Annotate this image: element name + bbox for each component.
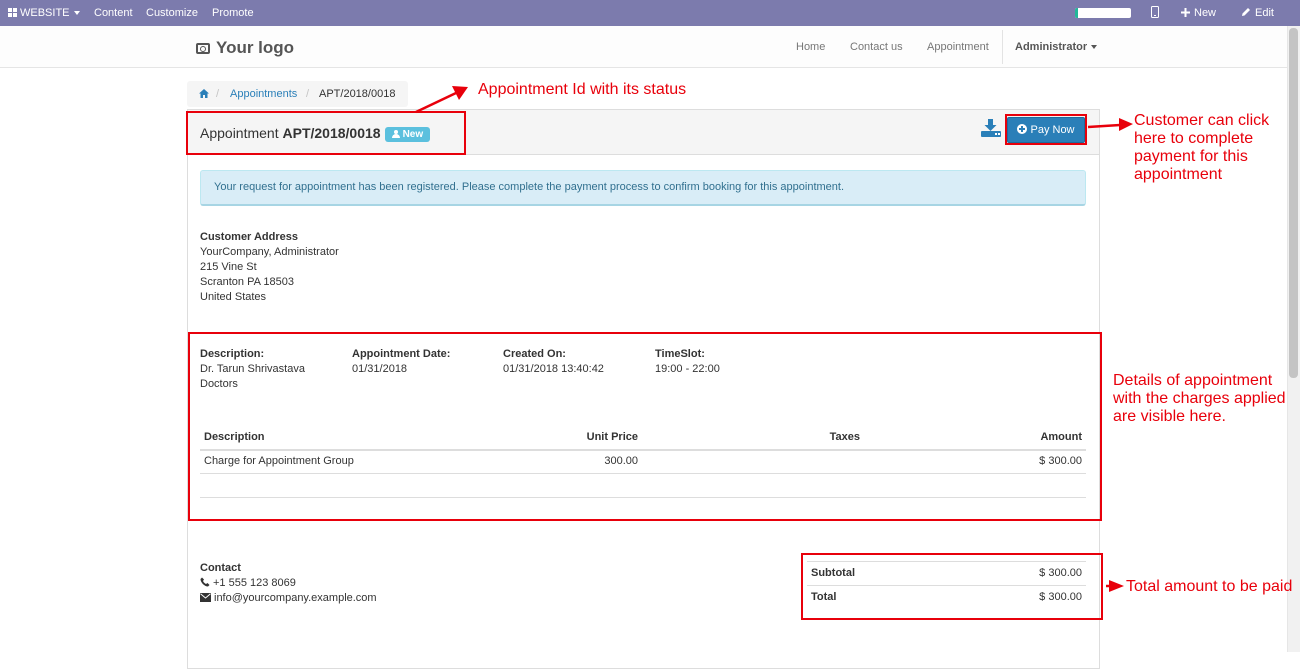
admin-bar: WEBSITE Content Customize Promote New Ed… (0, 0, 1300, 26)
contact-email[interactable]: info@yourcompany.example.com (200, 592, 377, 604)
scrollbar-thumb[interactable] (1289, 28, 1298, 378)
address-line: United States (200, 291, 267, 303)
user-menu-label: Administrator (1015, 41, 1088, 53)
new-button[interactable]: New (1181, 0, 1216, 26)
breadcrumb-separator: / (216, 88, 220, 100)
content-menu[interactable]: Content (94, 0, 133, 26)
website-progress-bar (1075, 8, 1131, 18)
camera-icon (196, 43, 210, 54)
pencil-icon (1242, 8, 1250, 16)
annotation-box-totals (801, 553, 1103, 620)
caret-down-icon (1091, 45, 1098, 50)
home-icon[interactable] (199, 89, 209, 98)
annotation-box-details (188, 332, 1102, 521)
annotation-details-line: Details of appointment (1113, 372, 1273, 389)
address-line: 215 Vine St (200, 261, 257, 273)
edit-button[interactable]: Edit (1241, 0, 1274, 26)
nav-appointment[interactable]: Appointment (927, 26, 989, 68)
annotation-box-pay-now (1005, 114, 1087, 145)
annotation-box-id-status (186, 111, 466, 155)
caret-down-icon (73, 11, 80, 16)
address-line: YourCompany, Administrator (200, 246, 339, 258)
contact-heading: Contact (200, 562, 241, 574)
contact-email-value: info@yourcompany.example.com (214, 592, 377, 604)
site-logo[interactable]: Your logo (196, 38, 294, 58)
nav-contact-us[interactable]: Contact us (850, 26, 903, 68)
envelope-icon (200, 593, 211, 602)
annotation-total: Total amount to be paid (1126, 578, 1293, 595)
promote-menu[interactable]: Promote (212, 0, 254, 26)
annotation-details-line: are visible here. (1113, 408, 1226, 425)
grid-icon (8, 8, 17, 17)
contact-phone-value: +1 555 123 8069 (213, 577, 296, 589)
annotation-pay-line: here to complete (1134, 130, 1254, 147)
breadcrumb-current: APT/2018/0018 (319, 88, 396, 100)
customize-menu[interactable]: Customize (146, 0, 198, 26)
phone-icon (200, 577, 210, 587)
nav-home[interactable]: Home (796, 26, 825, 68)
new-label: New (1194, 7, 1217, 19)
annotation-id-status: Appointment Id with its status (478, 81, 687, 98)
address-heading: Customer Address (200, 231, 299, 243)
address-line: Scranton PA 18503 (200, 276, 294, 288)
mobile-preview-button[interactable] (1151, 0, 1159, 26)
annotation-pay-line: appointment (1134, 166, 1223, 183)
mobile-icon (1151, 6, 1159, 18)
logo-text: Your logo (216, 38, 295, 57)
plus-icon (1181, 8, 1190, 17)
annotation-pay-line: Customer can click (1134, 112, 1270, 129)
website-menu-label: WEBSITE (20, 7, 70, 19)
nav-divider (1002, 30, 1003, 64)
breadcrumb-separator: / (306, 88, 310, 100)
download-icon[interactable] (980, 118, 1002, 138)
edit-label: Edit (1255, 7, 1274, 19)
user-menu[interactable]: Administrator (1015, 26, 1098, 68)
progress-fill (1075, 8, 1078, 18)
breadcrumb-appointments-link[interactable]: Appointments (230, 88, 297, 100)
annotation-details-line: with the charges applied (1113, 390, 1286, 407)
contact-phone: +1 555 123 8069 (200, 577, 296, 589)
info-alert: Your request for appointment has been re… (200, 170, 1086, 206)
website-menu[interactable]: WEBSITE (8, 0, 80, 26)
annotation-pay-line: payment for this (1134, 148, 1248, 165)
